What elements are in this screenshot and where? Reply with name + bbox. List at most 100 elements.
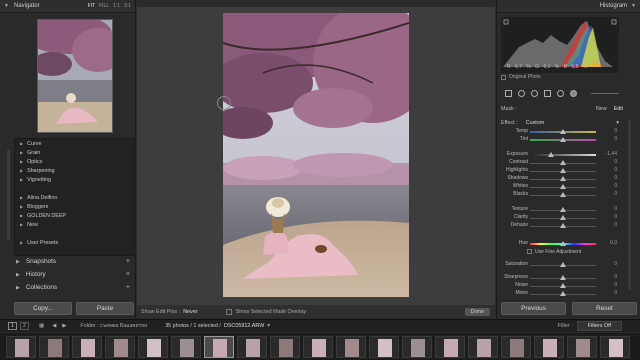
slider-value[interactable]: 0: [601, 206, 617, 212]
preset-item[interactable]: ▶ GOLDEN DEEP: [15, 211, 133, 220]
image-canvas[interactable]: [137, 7, 495, 305]
mask-edit-button[interactable]: Edit: [614, 106, 623, 112]
slider-knob[interactable]: [560, 283, 566, 288]
zoom-fill[interactable]: FILL: [99, 3, 109, 9]
paste-button[interactable]: Paste: [76, 302, 134, 315]
main-photo[interactable]: [223, 13, 409, 297]
original-photo-toggle[interactable]: Original Photo: [501, 74, 541, 80]
grid-icon[interactable]: ▦: [39, 323, 44, 329]
preset-item[interactable]: ▶ Curve: [15, 139, 133, 148]
slider-value[interactable]: 0: [601, 159, 617, 165]
slider-knob[interactable]: [560, 241, 566, 246]
slider-knob[interactable]: [560, 160, 566, 165]
filmstrip-thumbnail[interactable]: [138, 336, 168, 358]
zoom-3-1[interactable]: 3:1: [124, 3, 131, 9]
slider-clarity[interactable]: Clarity 0: [497, 214, 637, 222]
slider-moire[interactable]: Moire 0: [497, 290, 637, 298]
crop-tool-icon[interactable]: [505, 90, 512, 97]
filmstrip-thumbnail[interactable]: [600, 336, 630, 358]
adjustment-brush-icon[interactable]: [570, 90, 577, 97]
slider-value[interactable]: 0: [601, 175, 617, 181]
fine-adjust-row[interactable]: Use Fine Adjustment: [497, 249, 637, 257]
slider-value[interactable]: - 1,44: [601, 151, 617, 157]
slider-knob[interactable]: [560, 207, 566, 212]
filmstrip-thumbnail[interactable]: [39, 336, 69, 358]
filter-select[interactable]: Filters Off: [576, 321, 622, 331]
slider-knob[interactable]: [560, 192, 566, 197]
mask-new-button[interactable]: New: [596, 106, 607, 112]
slider-sharpness[interactable]: Sharpness 0: [497, 274, 637, 282]
slider-value[interactable]: 0: [601, 128, 617, 134]
tool-slider[interactable]: [591, 93, 619, 94]
reset-button[interactable]: Reset: [572, 302, 637, 315]
navigator-header[interactable]: ▼ Navigator FIT FILL 1:1 3:1: [0, 0, 135, 13]
collections-header[interactable]: ▶ Collections +: [14, 281, 134, 294]
collapse-triangle-icon[interactable]: ▼: [631, 3, 636, 9]
slider-tint[interactable]: Tint 0: [497, 136, 637, 144]
slider-value[interactable]: 0: [601, 274, 617, 280]
overlay-checkbox[interactable]: [225, 308, 232, 315]
filmstrip-thumbnail[interactable]: [534, 336, 564, 358]
show-edit-pins-select[interactable]: Never: [183, 309, 197, 315]
add-collection-icon[interactable]: +: [126, 284, 130, 291]
effect-select[interactable]: Custom: [526, 120, 545, 126]
preset-item[interactable]: ▶ User Presets: [15, 238, 133, 247]
slider-knob[interactable]: [560, 137, 566, 142]
slider-hue[interactable]: Hue 0,0: [497, 240, 637, 248]
preset-item[interactable]: ▶ Sharpening: [15, 166, 133, 175]
slider-value[interactable]: 0,0: [601, 240, 617, 246]
filmstrip-thumbnail[interactable]: [501, 336, 531, 358]
slider-knob[interactable]: [560, 215, 566, 220]
slider-blacks[interactable]: Blacks 0: [497, 191, 637, 199]
monitor-2-button[interactable]: 2: [20, 322, 29, 330]
spot-removal-icon[interactable]: [518, 90, 525, 97]
filmstrip-thumbnail[interactable]: [303, 336, 333, 358]
slider-texture[interactable]: Texture 0: [497, 206, 637, 214]
done-button[interactable]: Done: [464, 307, 490, 316]
slider-knob[interactable]: [560, 176, 566, 181]
checkbox-icon[interactable]: [501, 74, 506, 80]
copy-button[interactable]: Copy...: [14, 302, 72, 315]
filmstrip-thumbnail[interactable]: [171, 336, 201, 358]
slider-value[interactable]: 0: [601, 214, 617, 220]
slider-knob[interactable]: [560, 129, 566, 134]
filmstrip-thumbnail[interactable]: [402, 336, 432, 358]
navigator-preview[interactable]: [37, 19, 113, 133]
red-eye-icon[interactable]: [531, 90, 538, 97]
snapshots-header[interactable]: ▶ Snapshots +: [14, 255, 134, 268]
slider-value[interactable]: 0: [601, 282, 617, 288]
slider-knob[interactable]: [548, 152, 555, 157]
zoom-fit[interactable]: FIT: [88, 3, 96, 9]
preset-item[interactable]: ▶ Grain: [15, 148, 133, 157]
slider-contrast[interactable]: Contrast 0: [497, 159, 637, 167]
slider-exposure[interactable]: Exposure - 1,44: [497, 151, 637, 159]
right-scrollbar[interactable]: [628, 120, 631, 290]
slider-knob[interactable]: [560, 168, 566, 173]
history-header[interactable]: ▶ History ×: [14, 268, 134, 281]
slider-value[interactable]: 0: [601, 191, 617, 197]
slider-dehaze[interactable]: Dehaze 0: [497, 222, 637, 230]
previous-button[interactable]: Previous: [501, 302, 566, 315]
chevron-down-icon[interactable]: ▾: [267, 323, 270, 329]
slider-knob[interactable]: [560, 184, 566, 189]
chevron-down-icon[interactable]: ▾: [616, 120, 619, 126]
slider-value[interactable]: 0: [601, 261, 617, 267]
slider-value[interactable]: 0: [601, 136, 617, 142]
slider-track[interactable]: [530, 154, 596, 156]
slider-shadows[interactable]: Shadows 0: [497, 175, 637, 183]
slider-value[interactable]: 0: [601, 183, 617, 189]
slider-knob[interactable]: [560, 291, 566, 296]
filmstrip-thumbnail[interactable]: [369, 336, 399, 358]
slider-noise[interactable]: Noise 0: [497, 282, 637, 290]
slider-whites[interactable]: Whites 0: [497, 183, 637, 191]
preset-item[interactable]: ▶ Optics: [15, 157, 133, 166]
filmstrip-thumbnail[interactable]: [435, 336, 465, 358]
filmstrip-thumbnail[interactable]: [6, 336, 36, 358]
slider-temp[interactable]: Temp 0: [497, 128, 637, 136]
preset-item[interactable]: ▶ Bloggers: [15, 202, 133, 211]
radial-filter-icon[interactable]: [557, 90, 564, 97]
slider-knob[interactable]: [560, 262, 566, 267]
filmstrip-thumbnail[interactable]: [72, 336, 102, 358]
zoom-1-1[interactable]: 1:1: [113, 3, 120, 9]
left-scrollbar[interactable]: [7, 150, 10, 240]
